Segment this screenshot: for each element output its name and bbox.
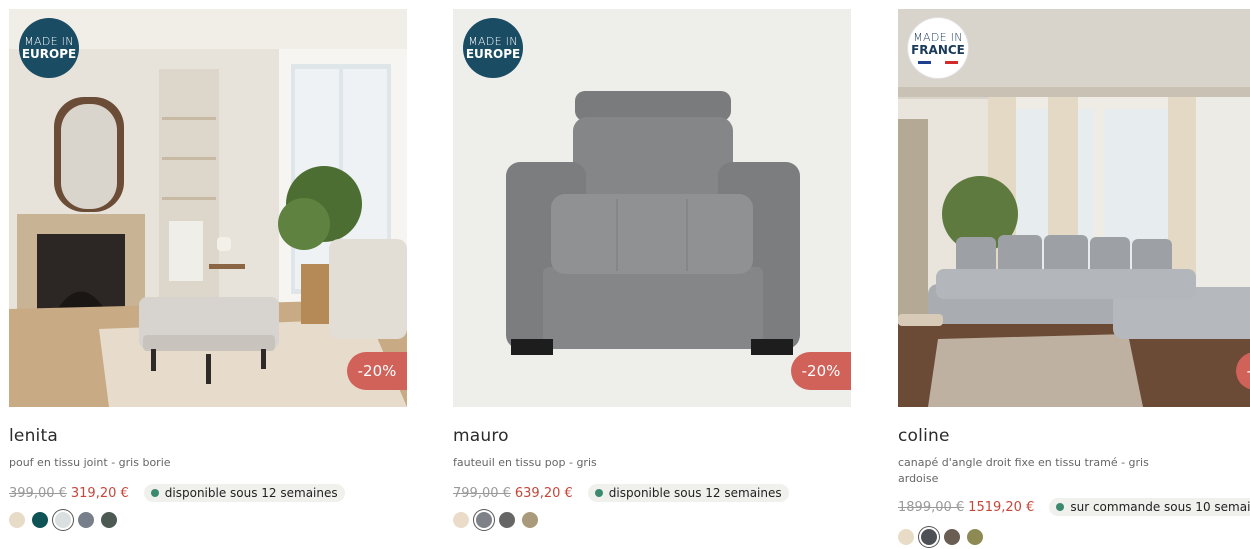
color-swatch[interactable] — [898, 529, 914, 545]
color-swatch[interactable] — [944, 529, 960, 545]
product-description: pouf en tissu joint - gris borie — [9, 456, 171, 469]
color-swatch[interactable] — [499, 512, 515, 528]
sale-price: 1519,20 € — [968, 499, 1035, 515]
discount-badge: -20% — [791, 352, 851, 390]
color-swatch[interactable] — [101, 512, 117, 528]
product-name[interactable]: lenita — [9, 426, 407, 446]
availability-badge: sur commande sous 10 semaines — [1049, 498, 1250, 516]
made-in-europe-badge: MADE IN EUROPE — [19, 18, 79, 78]
color-swatch[interactable] — [921, 529, 937, 545]
color-swatch[interactable] — [9, 512, 25, 528]
product-card-lenita[interactable]: MADE IN EUROPE -20% lenita pouf en tissu… — [9, 9, 407, 528]
color-swatch[interactable] — [78, 512, 94, 528]
product-image[interactable]: MADE IN EUROPE -20% — [453, 9, 851, 407]
badge-line1: MADE IN — [24, 35, 74, 48]
badge-line1: MADE IN — [468, 35, 518, 48]
availability-text: sur commande sous 10 semaines — [1070, 500, 1250, 514]
badge-line2: FRANCE — [911, 43, 965, 57]
made-in-france-badge: MADE IN FRANCE — [908, 18, 968, 78]
price-row: 399,00 € 319,20 € disponible sous 12 sem… — [9, 484, 407, 502]
color-swatches — [9, 512, 407, 528]
color-swatches — [453, 512, 851, 528]
old-price: 399,00 € — [9, 485, 67, 501]
badge-line1: MADE IN — [913, 31, 963, 44]
product-image[interactable]: MADE IN FRANCE -20% — [898, 9, 1250, 407]
sale-price: 639,20 € — [514, 485, 573, 501]
color-swatch[interactable] — [55, 512, 71, 528]
color-swatch[interactable] — [967, 529, 983, 545]
availability-dot-icon — [594, 489, 603, 497]
availability-badge: disponible sous 12 semaines — [587, 484, 789, 502]
color-swatch[interactable] — [32, 512, 48, 528]
product-description: canapé d'angle droit fixe en tissu tramé… — [898, 456, 1149, 485]
product-card-coline[interactable]: MADE IN FRANCE -20% coline canapé d'angl… — [898, 9, 1250, 545]
color-swatches — [898, 529, 1250, 545]
product-name[interactable]: coline — [898, 426, 1250, 446]
color-swatch[interactable] — [453, 512, 469, 528]
availability-text: disponible sous 12 semaines — [164, 486, 338, 500]
product-card-mauro[interactable]: MADE IN EUROPE -20% mauro fauteuil en ti… — [453, 9, 851, 528]
sale-price: 319,20 € — [70, 485, 129, 501]
availability-text: disponible sous 12 semaines — [608, 486, 782, 500]
color-swatch[interactable] — [476, 512, 492, 528]
badge-line2: EUROPE — [21, 47, 77, 61]
badge-line2: EUROPE — [465, 47, 521, 61]
made-in-europe-badge: MADE IN EUROPE — [463, 18, 523, 78]
discount-badge: -20% — [347, 352, 407, 390]
price-row: 1899,00 € 1519,20 € sur commande sous 10… — [898, 498, 1250, 516]
price-row: 799,00 € 639,20 € disponible sous 12 sem… — [453, 484, 851, 502]
product-name[interactable]: mauro — [453, 426, 851, 446]
availability-dot-icon — [1056, 503, 1065, 511]
color-swatch[interactable] — [522, 512, 538, 528]
product-image[interactable]: MADE IN EUROPE -20% — [9, 9, 407, 407]
availability-dot-icon — [150, 489, 159, 497]
old-price: 799,00 € — [453, 485, 511, 501]
availability-badge: disponible sous 12 semaines — [143, 484, 345, 502]
old-price: 1899,00 € — [898, 499, 965, 515]
french-flag-icon — [918, 61, 958, 64]
product-description: fauteuil en tissu pop - gris — [453, 456, 597, 469]
